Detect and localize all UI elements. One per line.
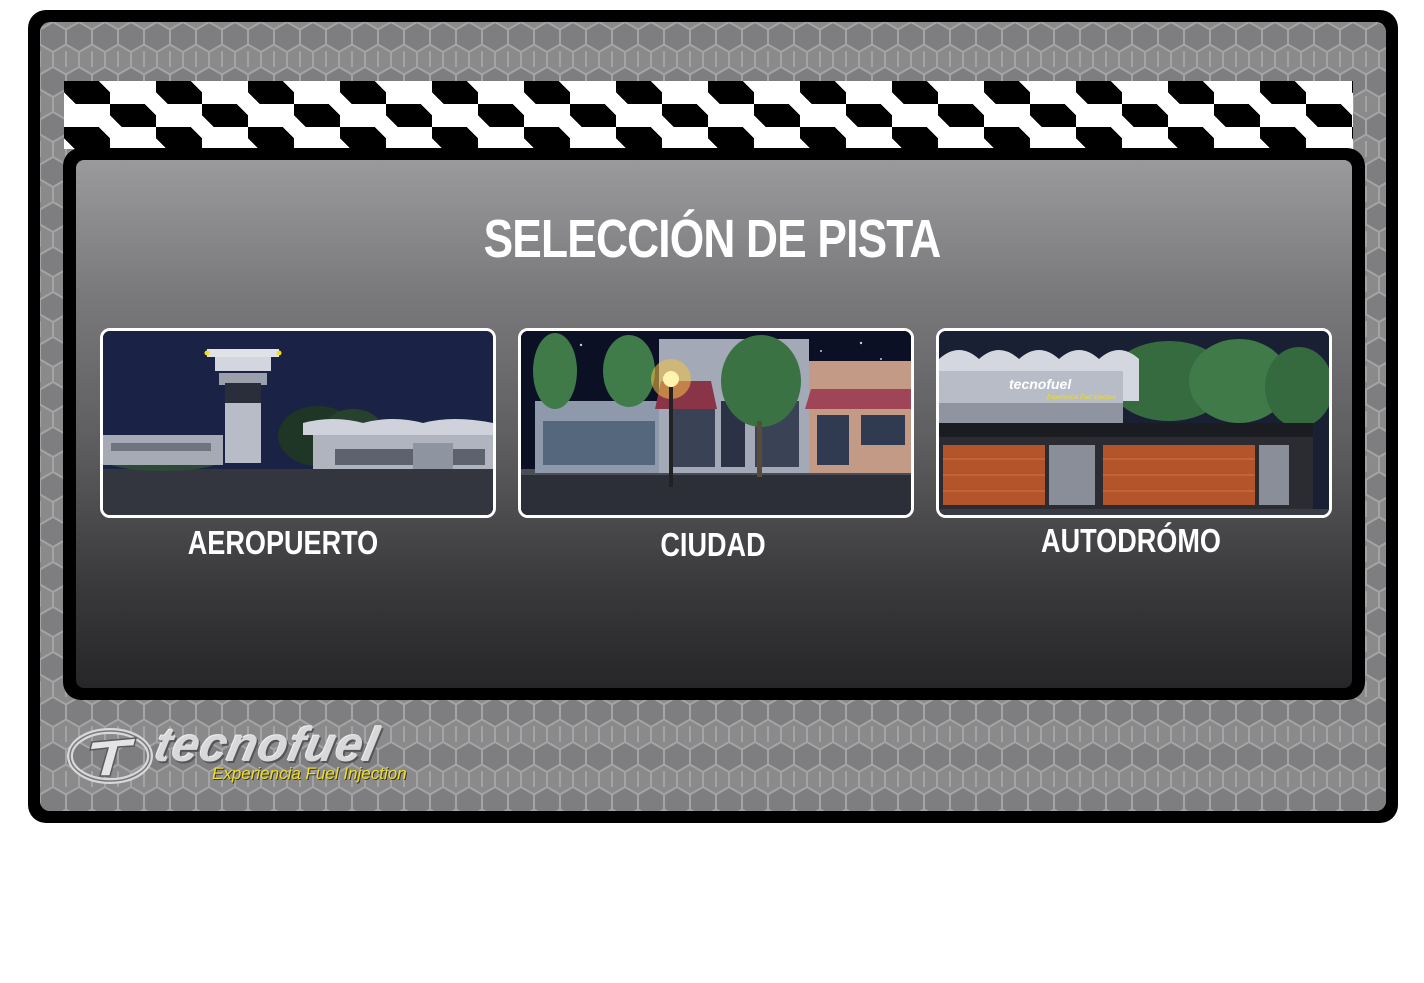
autodromo-sign-tagline: Experiencia Fuel Injection (1047, 395, 1116, 401)
ciudad-thumbnail (521, 331, 911, 515)
track-label-autodromo: AUTODRÓMO (1041, 522, 1221, 559)
autodromo-thumbnail: tecnofuel Experiencia Fuel Injection (939, 331, 1329, 515)
brand-tagline: Experiencia Fuel Injection (212, 764, 407, 783)
checkered-flag-banner (64, 81, 1353, 149)
autodromo-sign-name: tecnofuel (1009, 376, 1072, 392)
track-card-autodromo[interactable]: tecnofuel Experiencia Fuel Injection (936, 328, 1332, 518)
track-label-aeropuerto: AEROPUERTO (187, 524, 379, 561)
track-card-ciudad[interactable] (518, 328, 914, 518)
tecnofuel-t-emblem-icon (67, 728, 153, 784)
tecnofuel-logo: tecnofuel Experiencia Fuel Injection (62, 719, 442, 792)
page-title: SELECCIÓN DE PISTA (483, 209, 942, 269)
track-label-ciudad: CIUDAD (660, 526, 766, 563)
track-card-aeropuerto[interactable] (100, 328, 496, 518)
aeropuerto-thumbnail (103, 331, 493, 515)
